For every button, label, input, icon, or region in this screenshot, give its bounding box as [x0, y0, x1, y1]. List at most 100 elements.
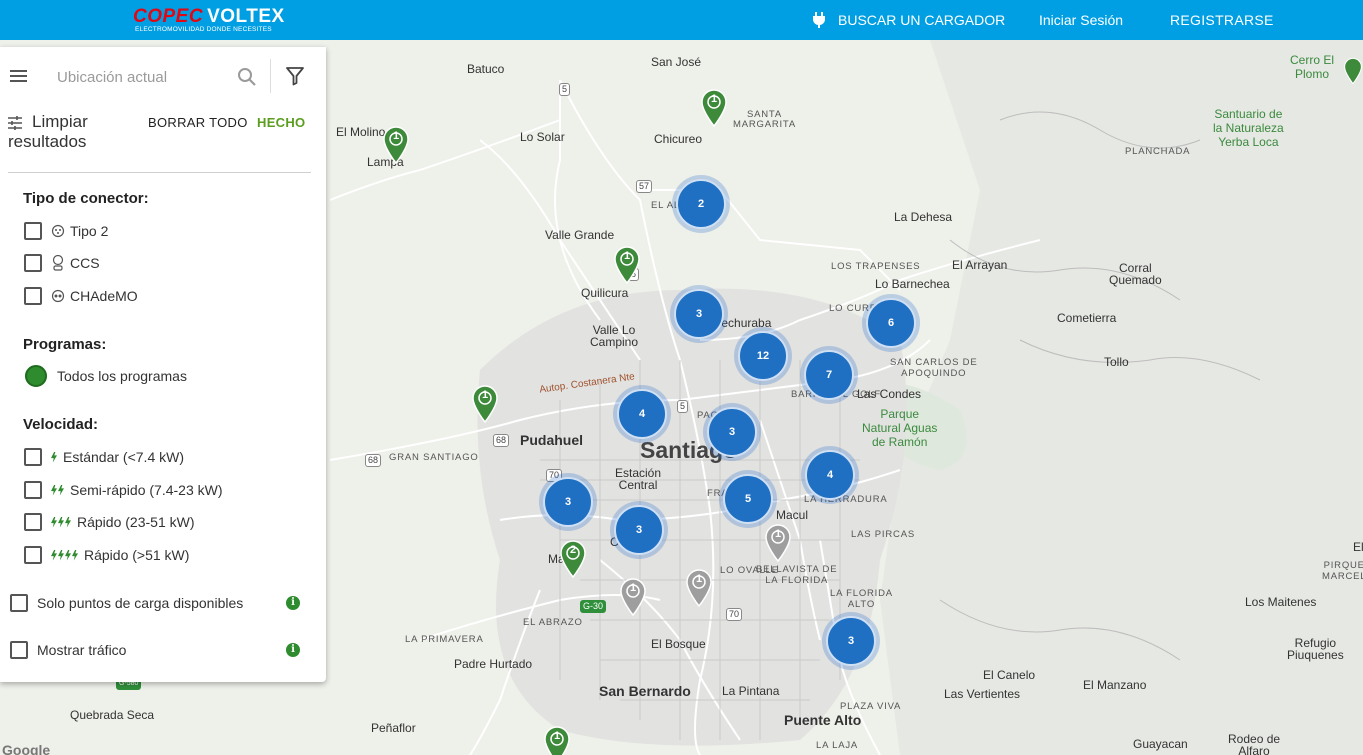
place-la-primavera: LA PRIMAVERA — [405, 634, 484, 645]
connector-label: Tipo 2 — [70, 223, 109, 239]
login-link[interactable]: Iniciar Sesión — [1039, 0, 1123, 40]
place-el-abrazo: EL ABRAZO — [523, 617, 583, 628]
cluster-count: 4 — [805, 450, 855, 500]
checkbox[interactable] — [24, 513, 42, 531]
charger-pin-marker[interactable]: 1 — [383, 126, 409, 165]
route-shield: 5 — [677, 400, 689, 413]
pin-count: 2 — [569, 544, 577, 556]
pin-count: 1 — [710, 93, 718, 105]
charger-cluster-marker[interactable]: 5 — [719, 470, 777, 528]
charger-pin-marker[interactable]: 1 — [472, 385, 498, 424]
checkbox[interactable] — [10, 641, 28, 659]
charger-cluster-marker[interactable]: 3 — [610, 501, 668, 559]
done-button[interactable]: HECHO — [257, 115, 305, 130]
place-refugio-piuquenes: Refugio Piuquenes — [1287, 636, 1344, 662]
connector-option-tipo2[interactable]: Tipo 2 — [24, 221, 108, 241]
charger-pin-marker[interactable]: 1 — [544, 726, 570, 755]
place-cometierra: Cometierra — [1057, 311, 1117, 325]
speed-option-standard[interactable]: Estándar (<7.4 kW) — [24, 447, 184, 467]
charger-pin-marker[interactable]: 1 — [614, 246, 640, 285]
charger-cluster-marker[interactable]: 3 — [670, 285, 728, 343]
checkbox[interactable] — [10, 594, 28, 612]
place-plaza-viva: PLAZA VIVA — [840, 701, 902, 712]
place-las-vertientes: Las Vertientes — [944, 687, 1021, 701]
place-los-trapenses: LOS TRAPENSES — [831, 261, 921, 272]
route-shield: 68 — [365, 454, 382, 467]
place-chicureo: Chicureo — [654, 132, 703, 146]
charger-pin-marker[interactable]: 1 — [701, 89, 727, 128]
charger-cluster-marker[interactable]: 3 — [703, 403, 761, 461]
brand-tagline: ELECTROMOVILIDAD DONDE NECESITES — [135, 26, 272, 33]
program-option-all[interactable]: Todos los programas — [24, 365, 187, 387]
place-valle-lo-campino: Valle Lo Campino — [590, 323, 639, 349]
checkbox[interactable] — [24, 546, 42, 564]
only-available-label: Solo puntos de carga disponibles — [37, 595, 244, 611]
info-icon[interactable]: i — [286, 643, 300, 657]
place-gran-santiago: GRAN SANTIAGO — [389, 452, 479, 463]
charger-cluster-marker[interactable]: 3 — [822, 612, 880, 670]
checkbox[interactable] — [24, 222, 42, 240]
bolt-icon — [51, 451, 58, 463]
pin-count: 1 — [623, 250, 631, 262]
clear-results-row: Limpiar resultados BORRAR TODO HECHO — [0, 112, 326, 157]
search-divider — [270, 59, 271, 93]
route-shield: 57 — [636, 180, 653, 193]
charger-pin-marker[interactable]: 1 — [620, 578, 646, 617]
mountain-poi-marker[interactable] — [1344, 57, 1362, 85]
place-la-dehesa: La Dehesa — [894, 210, 953, 224]
radio-selected[interactable] — [25, 365, 47, 387]
program-label: Todos los programas — [57, 368, 187, 384]
connector-option-chademo[interactable]: CHAdeMO — [24, 286, 138, 306]
place-macul: Macul — [776, 508, 809, 522]
info-icon[interactable]: i — [286, 596, 300, 610]
place-el: El — [1353, 540, 1363, 554]
charger-cluster-marker[interactable]: 2 — [672, 175, 730, 233]
charger-pin-marker[interactable]: 1 — [686, 569, 712, 608]
charger-cluster-marker[interactable]: 6 — [862, 294, 920, 352]
charger-cluster-marker[interactable]: 3 — [539, 473, 597, 531]
connector-option-ccs[interactable]: CCS — [24, 253, 100, 273]
top-navigation-bar: COPEC VOLTEX ELECTROMOVILIDAD DONDE NECES… — [0, 0, 1363, 40]
register-link[interactable]: REGISTRARSE — [1170, 0, 1274, 40]
pin-count: 1 — [481, 389, 489, 401]
checkbox[interactable] — [24, 254, 42, 272]
place-el-molino: El Molino — [336, 125, 386, 139]
speed-option-ultra-fast[interactable]: Rápido (>51 kW) — [24, 545, 189, 565]
filter-icon[interactable] — [285, 66, 305, 86]
place-tollo: Tollo — [1104, 355, 1129, 369]
place-las-pircas: LAS PIRCAS — [851, 529, 915, 540]
pin-count: 1 — [553, 730, 561, 742]
place-el-manzano: El Manzano — [1083, 678, 1147, 692]
charger-cluster-marker[interactable]: 4 — [801, 446, 859, 504]
checkbox[interactable] — [24, 287, 42, 305]
copec-voltex-logo[interactable]: COPEC VOLTEX ELECTROMOVILIDAD DONDE NECES… — [133, 6, 284, 36]
find-charger-link[interactable]: BUSCAR UN CARGADOR — [812, 0, 1005, 40]
search-icon[interactable] — [237, 67, 257, 87]
charger-pin-marker[interactable]: 2 — [560, 540, 586, 579]
route-shield: 68 — [493, 434, 510, 447]
cluster-count: 12 — [738, 331, 788, 381]
brand-primary: COPEC — [133, 6, 204, 27]
place-el-canelo: El Canelo — [983, 668, 1036, 682]
place-quebrada-seca: Quebrada Seca — [70, 708, 155, 722]
charger-cluster-marker[interactable]: 7 — [800, 346, 858, 404]
charger-cluster-marker[interactable]: 4 — [613, 385, 671, 443]
cluster-count: 5 — [723, 474, 773, 524]
speed-option-fast[interactable]: Rápido (23-51 kW) — [24, 512, 195, 532]
only-available-option[interactable]: Solo puntos de carga disponibles i — [10, 593, 300, 613]
clear-results-label[interactable]: Limpiar resultados — [8, 112, 118, 152]
place-lo-solar: Lo Solar — [520, 130, 565, 144]
place-la-laja: LA LAJA — [816, 740, 859, 751]
ccs-connector-icon — [51, 255, 65, 271]
charger-cluster-marker[interactable]: 12 — [734, 327, 792, 385]
location-search-input[interactable] — [57, 65, 229, 89]
checkbox[interactable] — [24, 448, 42, 466]
menu-icon[interactable] — [10, 70, 27, 82]
checkbox[interactable] — [24, 481, 42, 499]
show-traffic-option[interactable]: Mostrar tráfico i — [10, 640, 300, 660]
place-guayacan: Guayacan — [1133, 737, 1188, 751]
speed-option-semi-fast[interactable]: Semi-rápido (7.4-23 kW) — [24, 480, 223, 500]
clear-all-button[interactable]: BORRAR TODO — [148, 115, 248, 130]
place-puente-alto: Puente Alto — [784, 712, 862, 728]
charger-pin-marker[interactable]: 1 — [765, 524, 791, 563]
